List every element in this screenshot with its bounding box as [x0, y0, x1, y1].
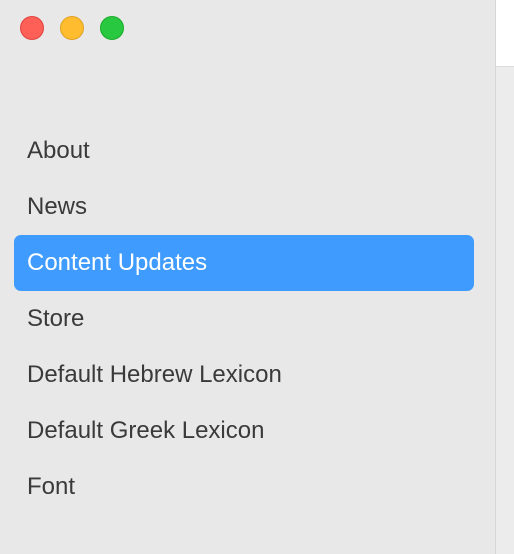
sidebar-item-label: News: [27, 193, 88, 220]
sidebar-item-label: About: [27, 137, 90, 164]
sidebar-item-label: Default Hebrew Lexicon: [27, 361, 282, 388]
sidebar-item-label: Font: [27, 473, 76, 500]
minimize-window-icon[interactable]: [60, 16, 84, 40]
sidebar-item-about[interactable]: About: [14, 123, 474, 179]
sidebar-item-default-greek-lexicon[interactable]: Default Greek Lexicon: [14, 403, 474, 459]
close-window-icon[interactable]: [20, 16, 44, 40]
preferences-window: About News Content Updates Store Default…: [0, 0, 514, 554]
sidebar-item-font[interactable]: Font: [14, 459, 474, 515]
sidebar: About News Content Updates Store Default…: [0, 0, 495, 554]
zoom-window-icon[interactable]: [100, 16, 124, 40]
content-pane: [496, 0, 514, 554]
sidebar-item-default-hebrew-lexicon[interactable]: Default Hebrew Lexicon: [14, 347, 474, 403]
sidebar-item-content-updates[interactable]: Content Updates: [14, 235, 474, 291]
content-toolbar: [496, 0, 514, 67]
sidebar-item-label: Store: [27, 305, 85, 332]
sidebar-item-label: Content Updates: [27, 249, 208, 276]
sidebar-nav: About News Content Updates Store Default…: [14, 123, 474, 515]
sidebar-item-label: Default Greek Lexicon: [27, 417, 265, 444]
window-controls: [20, 16, 124, 40]
sidebar-item-store[interactable]: Store: [14, 291, 474, 347]
sidebar-item-news[interactable]: News: [14, 179, 474, 235]
